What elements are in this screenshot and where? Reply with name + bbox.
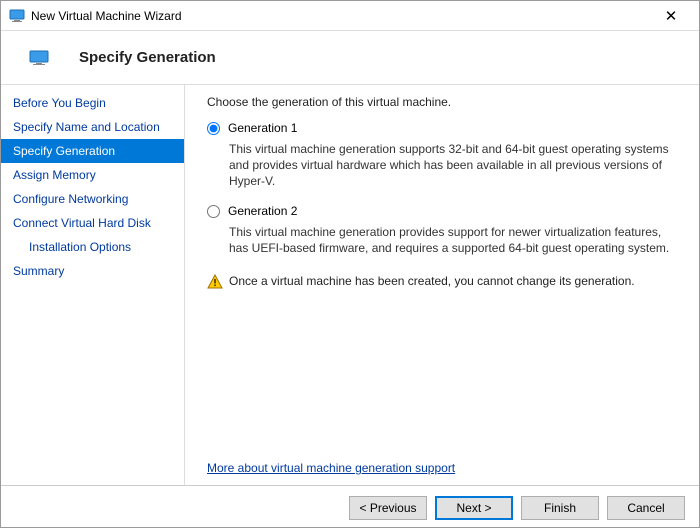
step-connect-vhd[interactable]: Connect Virtual Hard Disk xyxy=(1,211,184,235)
wizard-footer: < Previous Next > Finish Cancel xyxy=(1,485,699,529)
option-generation-2[interactable]: Generation 2 xyxy=(207,204,681,218)
window-title: New Virtual Machine Wizard xyxy=(31,9,651,23)
option-desc-generation-1: This virtual machine generation supports… xyxy=(229,141,681,190)
wizard-header: Specify Generation xyxy=(1,31,699,85)
cancel-button[interactable]: Cancel xyxy=(607,496,685,520)
warning-icon xyxy=(207,274,223,290)
option-label: Generation 2 xyxy=(228,204,297,218)
next-button[interactable]: Next > xyxy=(435,496,513,520)
warning-text: Once a virtual machine has been created,… xyxy=(229,274,635,288)
titlebar: New Virtual Machine Wizard ✕ xyxy=(1,1,699,31)
option-label: Generation 1 xyxy=(228,121,297,135)
wizard-steps-sidebar: Before You Begin Specify Name and Locati… xyxy=(1,85,185,485)
close-button[interactable]: ✕ xyxy=(651,7,691,25)
step-summary[interactable]: Summary xyxy=(1,259,184,283)
page-title: Specify Generation xyxy=(79,49,216,66)
radio-generation-2[interactable] xyxy=(207,205,220,218)
step-installation-options[interactable]: Installation Options xyxy=(1,235,184,259)
step-before-you-begin[interactable]: Before You Begin xyxy=(1,91,184,115)
monitor-icon xyxy=(29,50,49,66)
radio-generation-1[interactable] xyxy=(207,122,220,135)
link-more-about-generation[interactable]: More about virtual machine generation su… xyxy=(207,451,681,475)
step-configure-networking[interactable]: Configure Networking xyxy=(1,187,184,211)
wizard-content: Choose the generation of this virtual ma… xyxy=(185,85,699,485)
monitor-icon xyxy=(9,8,25,24)
step-specify-name-location[interactable]: Specify Name and Location xyxy=(1,115,184,139)
previous-button[interactable]: < Previous xyxy=(349,496,427,520)
step-specify-generation[interactable]: Specify Generation xyxy=(1,139,184,163)
step-assign-memory[interactable]: Assign Memory xyxy=(1,163,184,187)
finish-button[interactable]: Finish xyxy=(521,496,599,520)
option-desc-generation-2: This virtual machine generation provides… xyxy=(229,224,681,256)
warning-row: Once a virtual machine has been created,… xyxy=(207,274,681,290)
prompt-text: Choose the generation of this virtual ma… xyxy=(207,95,681,109)
option-generation-1[interactable]: Generation 1 xyxy=(207,121,681,135)
